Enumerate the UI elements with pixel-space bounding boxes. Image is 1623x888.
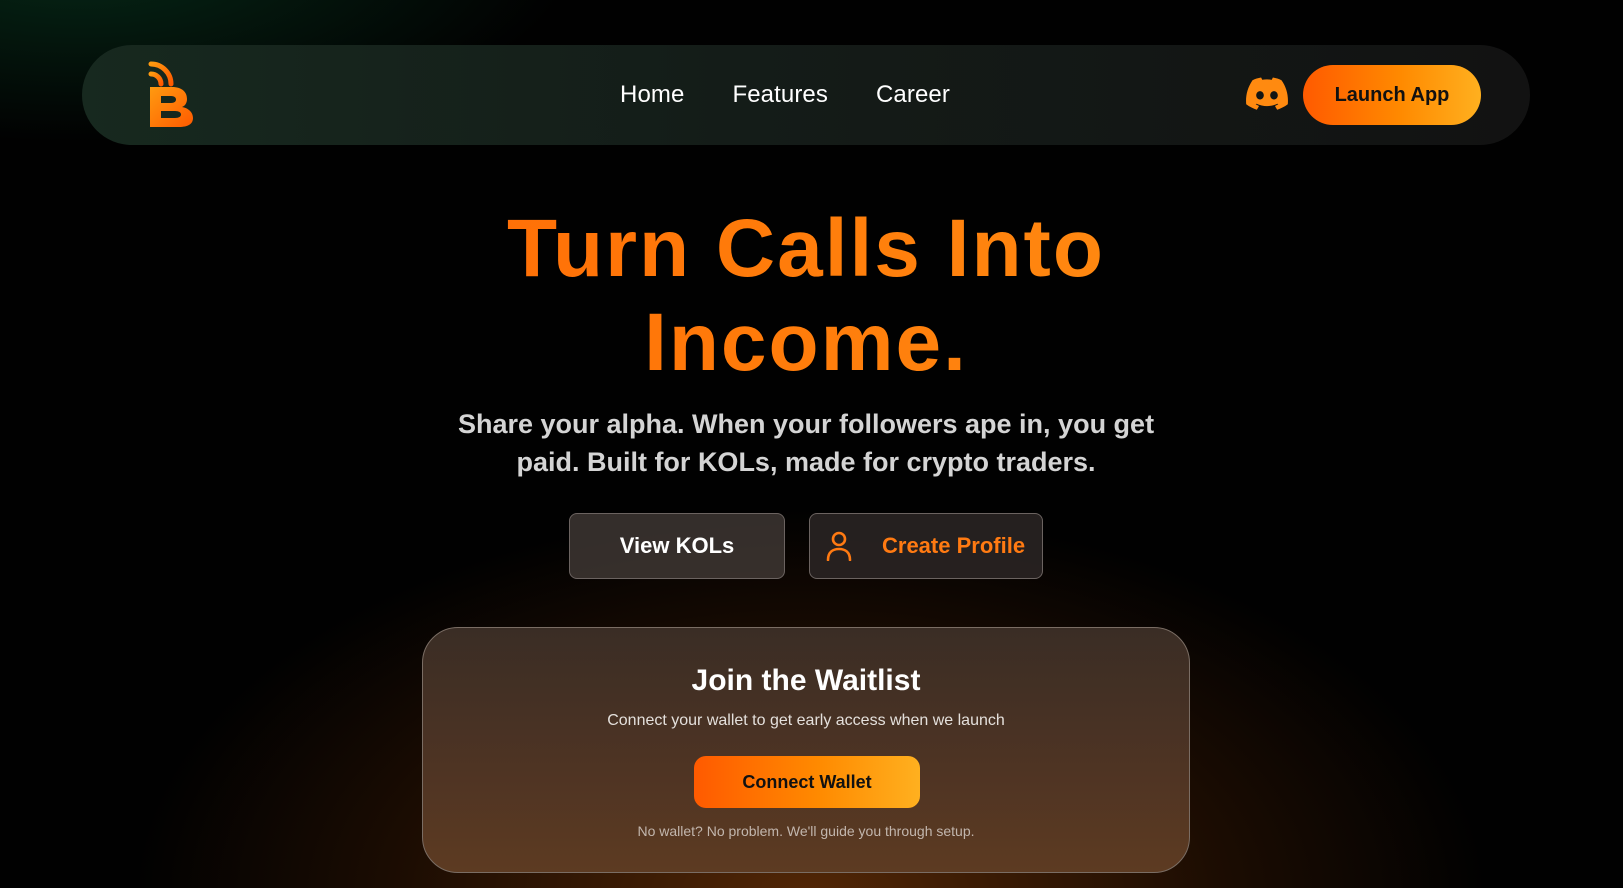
waitlist-card: Join the Waitlist Connect your wallet to… xyxy=(422,627,1190,873)
waitlist-note: No wallet? No problem. We'll guide you t… xyxy=(637,823,975,839)
hero-subtitle: Share your alpha. When your followers ap… xyxy=(0,405,1612,481)
discord-icon[interactable] xyxy=(1246,77,1288,111)
hero-title-line1: Turn Calls Into xyxy=(507,203,1105,294)
landing-page: Home Features Career Launch App Turn Cal… xyxy=(0,0,1623,888)
nav-link-home[interactable]: Home xyxy=(620,81,684,109)
nav-link-career[interactable]: Career xyxy=(876,81,950,109)
hero-title: Turn Calls Into Income. xyxy=(0,202,1612,390)
waitlist-title: Join the Waitlist xyxy=(691,664,921,697)
waitlist-description: Connect your wallet to get early access … xyxy=(607,712,1005,729)
launch-app-button[interactable]: Launch App xyxy=(1303,65,1481,125)
navbar: Home Features Career Launch App xyxy=(82,45,1530,145)
connect-wallet-button[interactable]: Connect Wallet xyxy=(694,756,920,808)
create-profile-button[interactable]: Create Profile xyxy=(809,513,1043,579)
hero-subtitle-line2: paid. Built for KOLs, made for crypto tr… xyxy=(516,447,1096,477)
create-profile-label: Create Profile xyxy=(882,533,1026,558)
user-icon xyxy=(826,531,852,561)
nav-link-features[interactable]: Features xyxy=(732,81,828,109)
hero-subtitle-line1: Share your alpha. When your followers ap… xyxy=(457,409,1155,439)
hero-title-line2: Income. xyxy=(644,297,968,388)
view-kols-button[interactable]: View KOLs xyxy=(569,513,785,579)
